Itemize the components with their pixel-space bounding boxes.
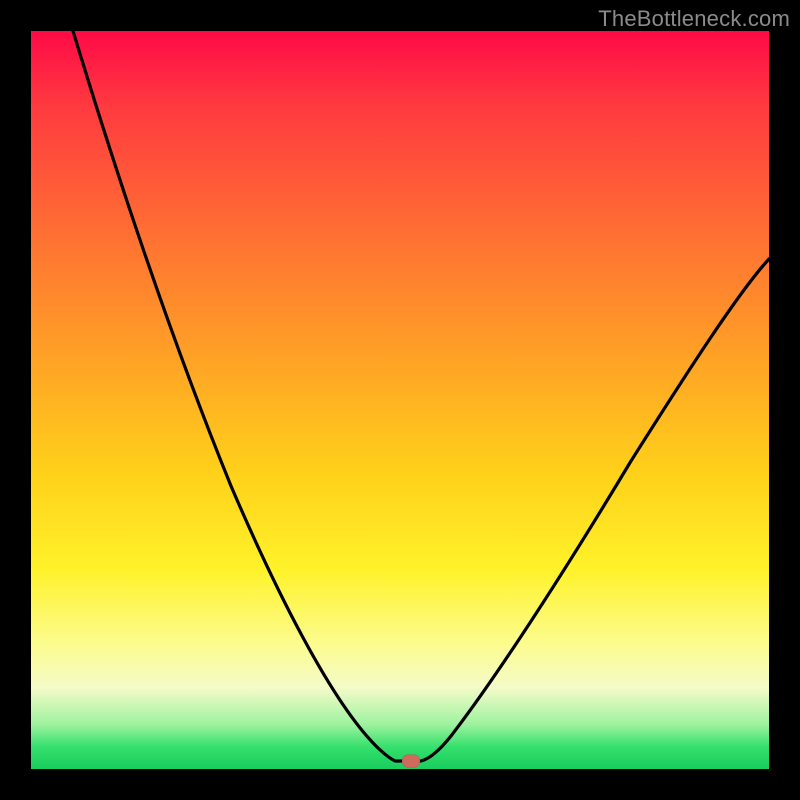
watermark-text: TheBottleneck.com <box>598 6 790 32</box>
bottleneck-curve <box>31 31 769 769</box>
plot-area <box>31 31 769 769</box>
chart-stage: TheBottleneck.com <box>0 0 800 800</box>
optimal-point-marker <box>402 755 420 768</box>
curve-path <box>73 31 769 761</box>
